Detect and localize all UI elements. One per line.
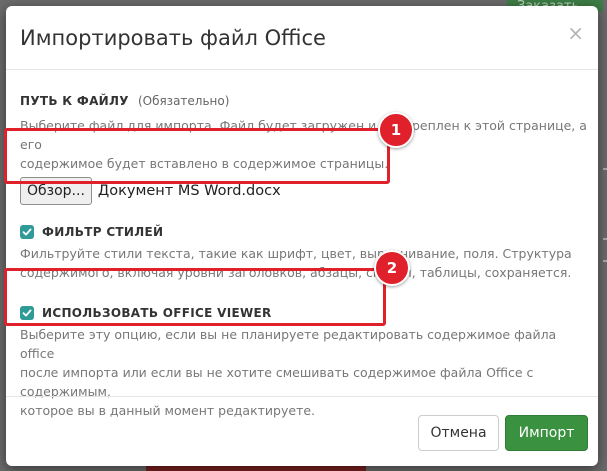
cancel-button[interactable]: Отмена (418, 415, 499, 451)
background-divider (603, 238, 607, 240)
dialog-header: Импортировать файл Office × (6, 6, 598, 70)
style-filter-label[interactable]: ФИЛЬТР СТИЛЕЙ (42, 225, 163, 239)
check-icon (22, 228, 32, 236)
import-office-dialog: Импортировать файл Office × ПУТЬ К ФАЙЛУ… (6, 6, 598, 466)
background-divider (603, 260, 607, 262)
style-filter-checkbox[interactable] (20, 225, 34, 239)
office-viewer-help: Выберите эту опцию, если вы не планирует… (20, 327, 557, 361)
style-filter-help: Фильтруйте стили текста, такие как шрифт… (20, 246, 572, 261)
file-path-label: ПУТЬ К ФАЙЛУ (20, 94, 129, 108)
dialog-footer: Отмена Импорт (6, 396, 598, 466)
annotation-badge-1: 1 (378, 112, 414, 148)
highlight-box-office-viewer (4, 268, 386, 326)
selected-file-name: Документ MS Word.docx (97, 183, 281, 199)
close-icon[interactable]: × (567, 23, 584, 43)
import-button[interactable]: Импорт (505, 415, 588, 451)
highlight-box-file-path (4, 128, 390, 184)
required-note: (Обязательно) (137, 94, 230, 108)
background-divider (603, 168, 607, 170)
annotation-badge-2: 2 (374, 250, 410, 286)
dialog-title: Импортировать файл Office (20, 26, 326, 50)
